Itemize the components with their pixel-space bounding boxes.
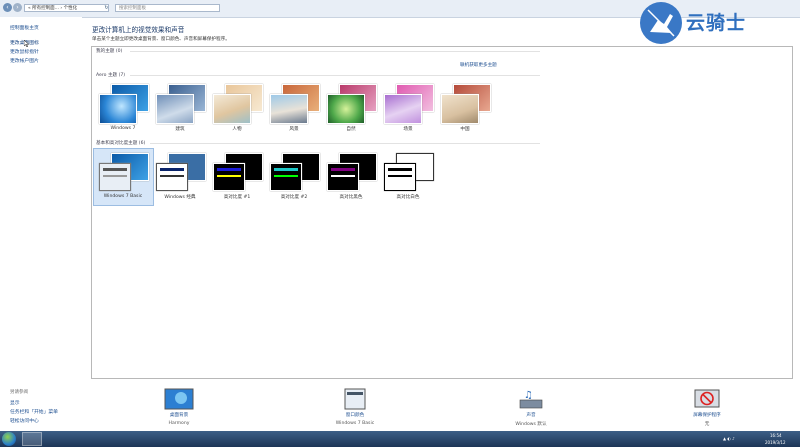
see-also-display[interactable]: 显示 [10, 399, 20, 406]
breadcrumb[interactable]: « 所有控制面... › 个性化 [24, 4, 109, 12]
theme-label[interactable]: 风景 [266, 126, 322, 132]
my-themes-title: 我的主题 (0) [96, 49, 123, 54]
theme-thumbnail-windows7[interactable] [97, 84, 149, 124]
see-also-taskbar[interactable]: 任务栏和「开始」菜单 [10, 408, 58, 415]
sidebar-link-account-picture[interactable]: 更改帐户图片 [10, 57, 39, 64]
page-subtitle: 单击某个主题立即更改桌面背景、窗口颜色、声音和屏幕保护程序。 [92, 37, 230, 42]
screensaver-link[interactable]: 屏幕保护程序 [667, 412, 747, 418]
window-color-icon[interactable] [340, 388, 370, 410]
theme-label[interactable]: 自然 [323, 126, 379, 132]
basic-themes-title: 基本和高对比度主题 (6) [96, 141, 146, 146]
theme-label[interactable]: 场景 [380, 126, 436, 132]
theme-label[interactable]: 高对比度 #1 [209, 194, 265, 200]
theme-thumbnail-high-contrast-2[interactable] [268, 153, 320, 191]
aero-themes-title: Aero 主题 (7) [96, 73, 126, 78]
theme-thumbnail-scenes[interactable] [382, 84, 434, 124]
theme-thumbnail-characters[interactable] [211, 84, 263, 124]
sound-icon[interactable]: ♫ [516, 388, 546, 410]
theme-thumbnail-high-contrast-white[interactable] [382, 153, 434, 191]
search-input[interactable]: 搜索控制面板 [115, 4, 220, 12]
theme-thumbnail-landscapes[interactable] [268, 84, 320, 124]
see-also-title: 另请参阅 [10, 390, 28, 395]
start-button[interactable] [2, 432, 16, 446]
theme-thumbnail-windows-classic[interactable] [154, 153, 206, 191]
divider [150, 143, 540, 144]
window-color-value: Windows 7 Basic [335, 421, 375, 426]
theme-label[interactable]: Windows 经典 [152, 194, 208, 200]
svg-text:♫: ♫ [524, 390, 533, 401]
taskbar [0, 431, 800, 447]
theme-label[interactable]: Windows 7 [95, 126, 151, 131]
tray-icons[interactable]: ▲ ◐ ♪ [723, 436, 735, 441]
taskbar-app-control-panel[interactable] [22, 432, 42, 446]
back-button[interactable]: ‹ [3, 3, 12, 12]
divider [130, 51, 540, 52]
sidebar-link-mouse-pointer[interactable]: 更改鼠标指针 [10, 48, 39, 55]
theme-thumbnail-architecture[interactable] [154, 84, 206, 124]
theme-thumbnail-windows7-basic[interactable] [97, 153, 149, 191]
clock-date[interactable]: 2019/3/12 [765, 440, 786, 445]
left-pane [0, 17, 82, 430]
desktop-background-value: Harmony [168, 421, 190, 426]
theme-label[interactable]: 建筑 [152, 126, 208, 132]
clock-time[interactable]: 16:54 [770, 433, 782, 438]
divider [130, 75, 540, 76]
theme-label[interactable]: 高对比度 #2 [266, 194, 322, 200]
page-title: 更改计算机上的视觉效果和声音 [92, 26, 185, 34]
forward-button[interactable]: › [13, 3, 22, 12]
sound-link[interactable]: 声音 [491, 412, 571, 418]
mouse-cursor-icon [23, 39, 30, 48]
watermark-text: 云骑士 [686, 12, 747, 34]
refresh-icon[interactable]: ↻ [103, 4, 110, 12]
desktop-background-icon[interactable] [164, 388, 194, 410]
theme-label[interactable]: Windows 7 Basic [95, 194, 151, 199]
theme-label[interactable]: 高对比黑色 [323, 194, 379, 200]
window-color-link[interactable]: 窗口颜色 [315, 412, 395, 418]
theme-thumbnail-china[interactable] [439, 84, 491, 124]
sound-value: Windows 默认 [515, 422, 547, 427]
theme-thumbnail-nature[interactable] [325, 84, 377, 124]
sidebar-home-link[interactable]: 控制面板主页 [10, 24, 39, 31]
see-also-ease-of-access[interactable]: 轻松访问中心 [10, 417, 39, 424]
watermark-logo [640, 2, 682, 44]
theme-thumbnail-high-contrast-black[interactable] [325, 153, 377, 191]
theme-thumbnail-high-contrast-1[interactable] [211, 153, 263, 191]
theme-label[interactable]: 人物 [209, 126, 265, 132]
desktop-background-link[interactable]: 桌面背景 [139, 412, 219, 418]
screensaver-icon[interactable] [692, 388, 722, 410]
get-more-themes-link[interactable]: 联机获取更多主题 [460, 62, 497, 68]
screensaver-value: 无 [704, 422, 710, 427]
theme-label[interactable]: 中国 [437, 126, 493, 132]
theme-label[interactable]: 高对比白色 [380, 194, 436, 200]
